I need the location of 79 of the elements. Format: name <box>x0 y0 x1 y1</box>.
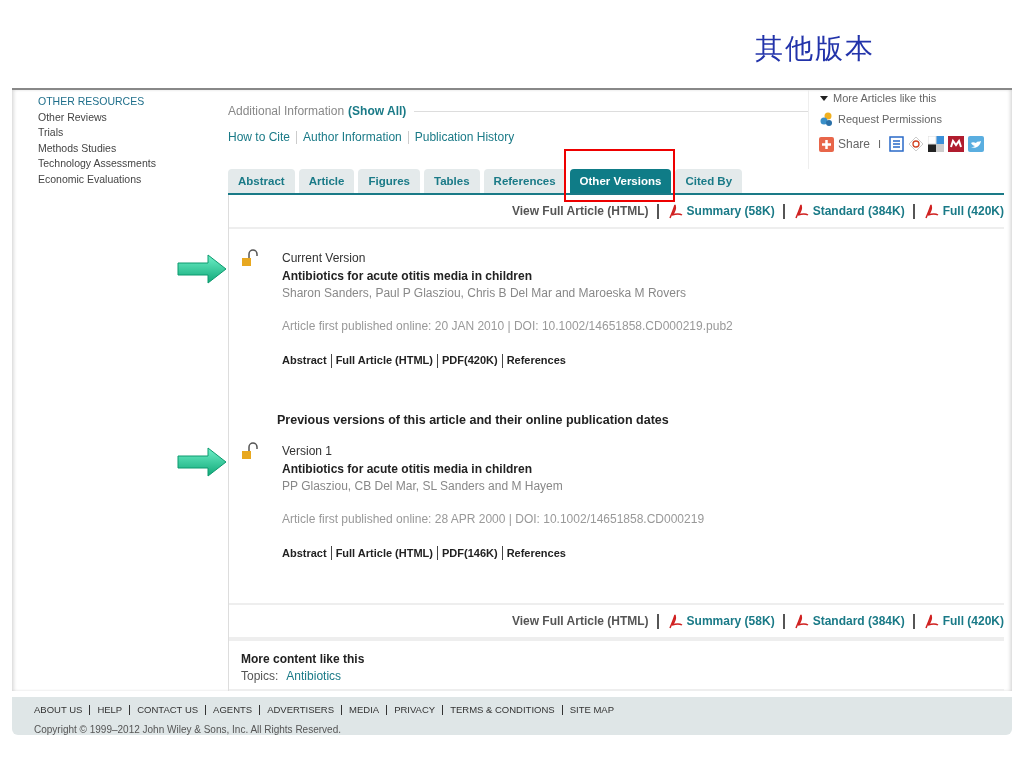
share-link[interactable]: Share <box>838 135 871 153</box>
version-link[interactable]: Abstract <box>282 352 327 369</box>
lock-icon <box>241 441 258 460</box>
footer-link[interactable]: HELP <box>97 703 123 718</box>
tab[interactable]: References <box>483 169 566 194</box>
link-text: Summary (58K) <box>686 203 775 221</box>
footer-link[interactable]: AGENTS <box>213 703 253 718</box>
pdf-icon[interactable] <box>792 613 809 629</box>
sidebar-link[interactable]: Economic Evaluations <box>38 171 228 187</box>
topics-label: Topics: <box>241 668 279 685</box>
authors-text: PP Glasziou, CB Del Mar, SL Sanders and M Hayem <box>282 477 564 495</box>
version-label: Current Version <box>282 250 367 268</box>
pdf-icon[interactable] <box>666 203 683 220</box>
footer-link[interactable]: PRIVACY <box>394 703 436 718</box>
footer-link[interactable]: CONTACT US <box>137 703 199 718</box>
section-heading: More content like this <box>241 651 366 668</box>
tab[interactable]: Figures <box>358 169 420 194</box>
footer-link[interactable]: ADVERTISERS <box>267 703 335 718</box>
sidebar-link[interactable]: Trials <box>38 125 228 141</box>
link-text: Full (420K) <box>942 613 1004 630</box>
tab[interactable]: Tables <box>424 169 480 194</box>
slide-title: 其他版本 <box>755 31 875 67</box>
link-text: Full (420K) <box>942 203 1004 221</box>
version-link[interactable]: Full Article (HTML) <box>335 352 433 369</box>
info-link[interactable]: Author Information <box>303 128 402 146</box>
article-title: Antibiotics for acute otitis media in children <box>282 460 534 478</box>
pdf-icon[interactable] <box>666 613 683 629</box>
pdf-link[interactable]: Standard (384K) <box>792 612 905 630</box>
show-all-link[interactable]: (Show All) <box>348 102 407 120</box>
pdf-link[interactable]: Summary (58K) <box>666 612 775 630</box>
section-heading: Previous versions of this article and their online publication dates <box>276 411 670 429</box>
link-text: Summary (58K) <box>686 613 775 630</box>
version-link[interactable]: Full Article (HTML) <box>335 544 433 561</box>
version-link[interactable]: Abstract <box>282 544 327 561</box>
link-text: Standard (384K) <box>812 613 905 630</box>
caret-icon <box>819 93 829 103</box>
version-link[interactable]: PDF(420K) <box>442 352 498 369</box>
request-permissions-link[interactable]: Request Permissions <box>838 110 942 127</box>
lock-icon <box>241 249 258 268</box>
version-link[interactable]: References <box>506 544 566 561</box>
tab[interactable]: Abstract <box>228 169 295 194</box>
topic-link[interactable]: Antibiotics <box>286 668 342 685</box>
more-articles-link[interactable]: More Articles like this <box>833 90 937 107</box>
pdf-link[interactable]: Standard (384K) <box>792 202 905 221</box>
version-link[interactable]: References <box>506 352 566 369</box>
full-article-link[interactable]: View Full Article (HTML) <box>511 202 649 221</box>
footer-link[interactable]: ABOUT US <box>34 703 83 718</box>
pdf-icon[interactable] <box>792 203 809 220</box>
tab[interactable]: Article <box>298 169 355 194</box>
link-text: Standard (384K) <box>812 203 905 221</box>
pdf-icon[interactable] <box>922 203 939 220</box>
pdf-link[interactable]: Full (420K) <box>922 612 1004 630</box>
sidebar-link[interactable]: Methods Studies <box>38 140 228 156</box>
article-title: Antibiotics for acute otitis media in children <box>282 268 534 286</box>
copyright-text: Copyright © 1999–2012 John Wiley & Sons, Inc. All Rights Reserved. <box>34 723 342 738</box>
footer-link[interactable]: MEDIA <box>349 703 380 718</box>
full-article-link[interactable]: View Full Article (HTML) <box>511 612 649 630</box>
version-link[interactable]: PDF(146K) <box>442 544 498 561</box>
pdf-link[interactable]: Summary (58K) <box>666 202 775 221</box>
publication-info: Article first published online: 28 APR 2000 | DOI: 10.1002/14651858.CD000219 <box>282 510 705 528</box>
plus-icon[interactable] <box>819 136 834 152</box>
authors-text: Sharon Sanders, Paul P Glasziou, Chris B Del Mar and Maroeska M Rovers <box>282 285 687 303</box>
publication-info: Article first published online: 20 JAN 2010 | DOI: 10.1002/14651858.CD000219.pub2 <box>282 318 733 336</box>
separator-text: I <box>878 136 882 152</box>
info-link[interactable]: Publication History <box>414 128 515 146</box>
tab[interactable]: Cited By <box>675 169 743 194</box>
info-link[interactable]: How to Cite <box>228 128 291 146</box>
people-icon[interactable] <box>819 111 834 127</box>
version-label: Version 1 <box>282 442 334 460</box>
list-icon[interactable] <box>889 136 905 152</box>
footer-link[interactable]: SITE MAP <box>569 703 614 718</box>
section-label: Additional Information <box>228 103 345 120</box>
pdf-link[interactable]: Full (420K) <box>922 202 1004 221</box>
pdf-icon[interactable] <box>922 613 939 629</box>
sidebar-heading: OTHER RESOURCES <box>38 94 146 109</box>
tab[interactable]: Other Versions <box>569 169 672 194</box>
footer-link[interactable]: TERMS & CONDITIONS <box>450 703 555 718</box>
sidebar-link[interactable]: Technology Assessments <box>38 156 228 172</box>
sidebar-link[interactable]: Other Reviews <box>38 109 228 125</box>
